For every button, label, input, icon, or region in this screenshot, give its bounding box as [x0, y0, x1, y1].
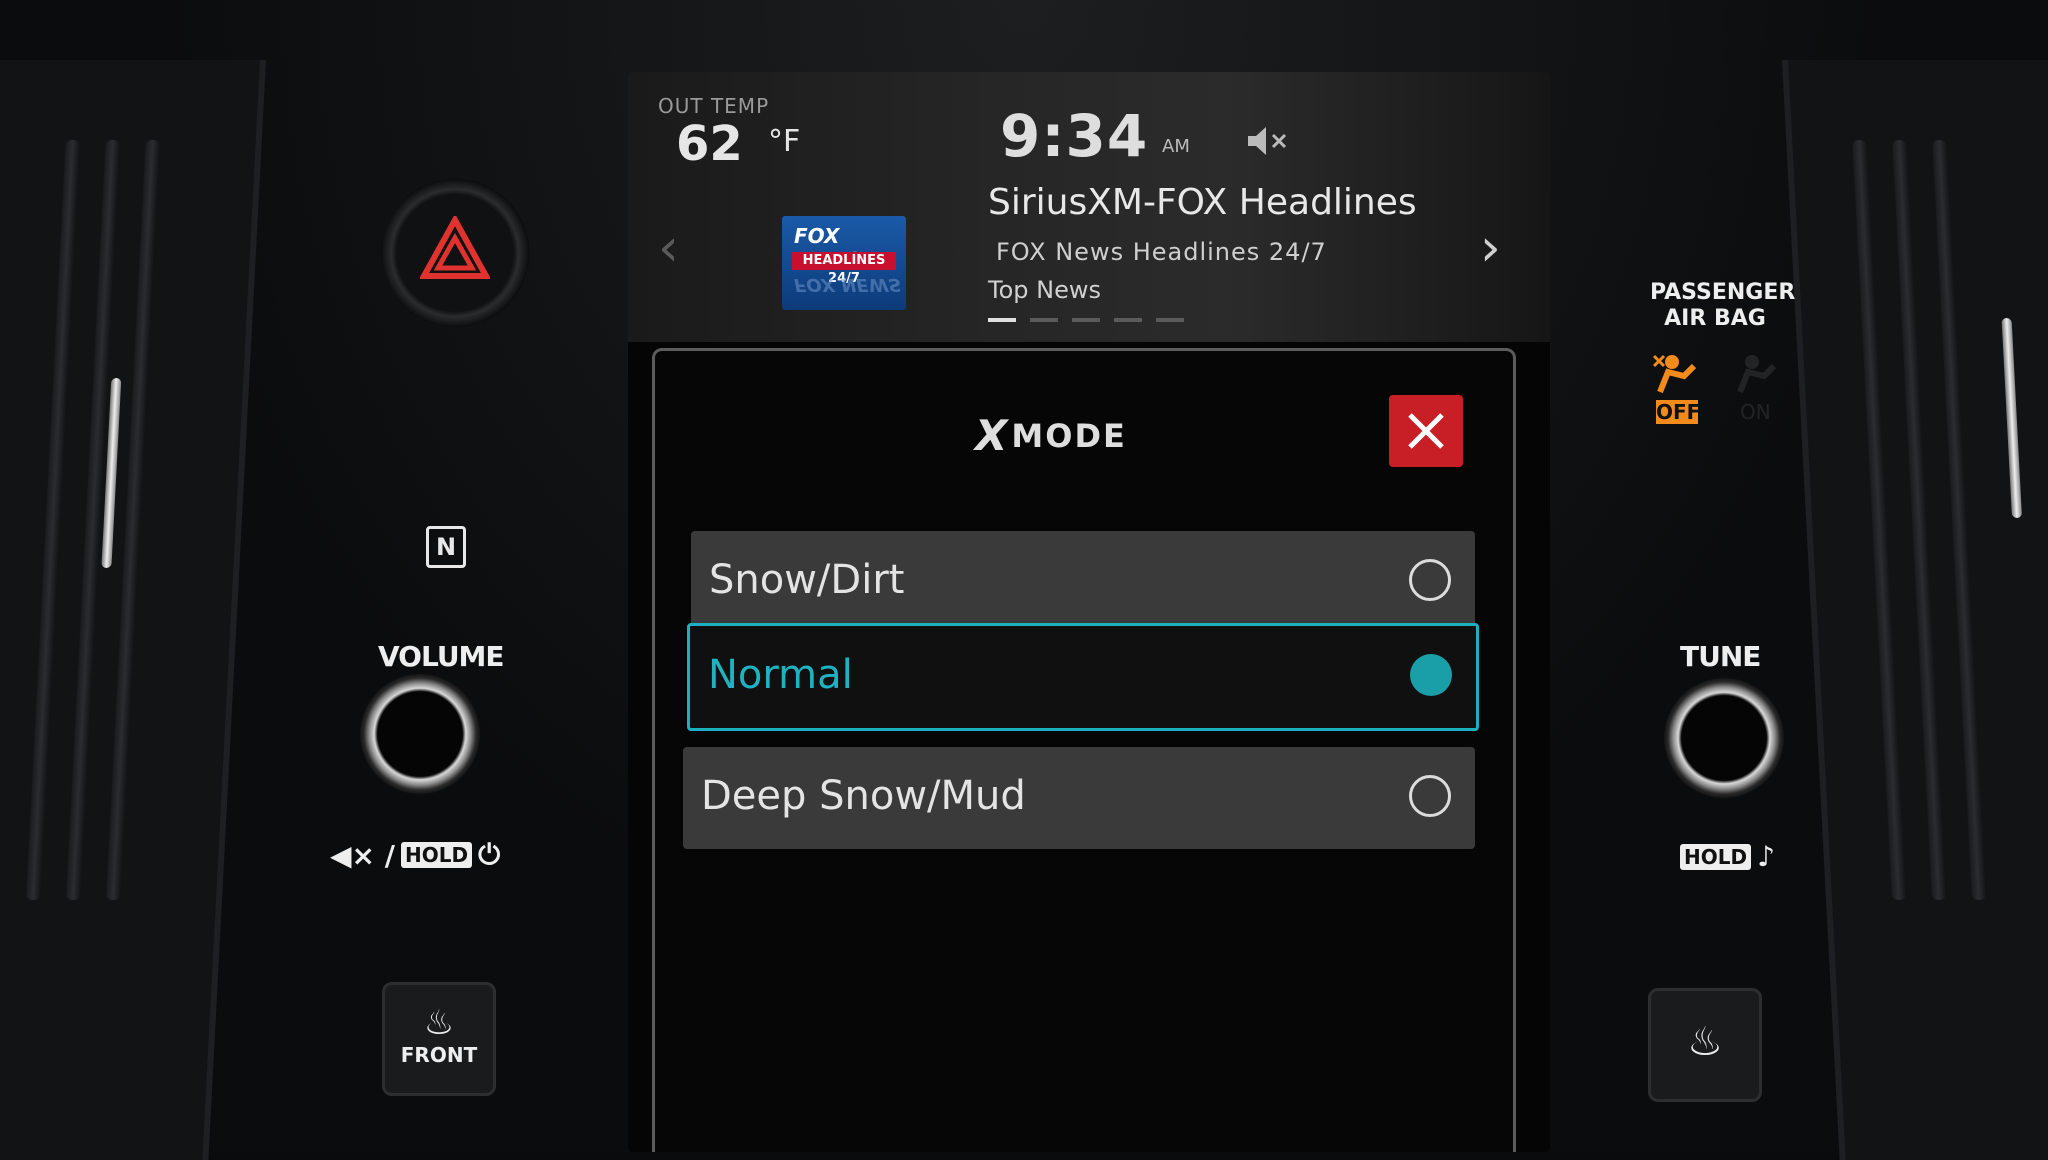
page-indicator — [988, 318, 1184, 322]
right-vent-handle[interactable] — [2001, 318, 2023, 518]
volume-label: VOLUME — [378, 640, 505, 673]
page-dot — [988, 318, 1016, 322]
xmode-dialog: X MODE Snow/Dirt Normal Deep Snow/Mud — [652, 348, 1516, 1152]
infotainment-screen: OUT TEMP 62 °F 9:34 AM ‹ FOX NEWS HEADLI… — [628, 72, 1550, 1152]
option-label: Snow/Dirt — [709, 557, 905, 603]
channel-name: SiriusXM-FOX Headlines — [988, 182, 1417, 223]
channel-category: Top News — [988, 276, 1101, 304]
hold-badge: HOLD — [1680, 843, 1752, 870]
tune-label: TUNE — [1680, 640, 1761, 673]
music-note-icon: ♪ — [1757, 840, 1775, 873]
dialog-title: X MODE — [975, 411, 1127, 460]
dialog-title-text: MODE — [1011, 416, 1127, 455]
page-dot — [1156, 318, 1184, 322]
page-dot — [1030, 318, 1058, 322]
mute-legend: ◀× / — [330, 838, 395, 872]
hold-badge: HOLD — [400, 842, 473, 868]
passenger-airbag-label: PASSENGER AIR BAG — [1650, 280, 1796, 331]
tune-hold-legend: HOLD ♪ — [1680, 840, 1775, 873]
airbag-on-icon — [1737, 355, 1777, 394]
out-temp-value: 62 — [676, 116, 743, 172]
option-snow-dirt[interactable]: Snow/Dirt — [691, 531, 1475, 633]
option-label: Deep Snow/Mud — [701, 773, 1026, 819]
xmode-logo-icon: X — [975, 411, 1007, 460]
volume-knob[interactable] — [360, 674, 480, 794]
airbag-off-icon — [1652, 354, 1697, 394]
airbag-off-indicator: OFF — [1650, 352, 1710, 424]
defrost-icon: ♨ — [423, 1003, 455, 1043]
page-dot — [1114, 318, 1142, 322]
hazard-button[interactable] — [380, 178, 530, 328]
rear-defrost-button[interactable]: ♨ — [1648, 988, 1762, 1102]
front-defrost-label: FRONT — [400, 1043, 478, 1067]
clock: 9:34 — [1000, 102, 1149, 170]
tune-knob[interactable] — [1664, 678, 1784, 798]
close-button[interactable] — [1389, 395, 1463, 467]
out-temp-label: OUT TEMP — [658, 94, 770, 118]
page-dot — [1072, 318, 1100, 322]
clock-ampm: AM — [1162, 136, 1190, 157]
airbag-on-indicator: ON — [1730, 352, 1786, 424]
next-channel-arrow[interactable]: › — [1480, 218, 1501, 278]
option-deep-snow-mud[interactable]: Deep Snow/Mud — [683, 747, 1475, 849]
volume-hold-legend: ◀× / HOLD ⏻ — [330, 838, 500, 872]
radio-button[interactable] — [1409, 559, 1451, 601]
power-icon: ⏻ — [478, 838, 501, 871]
airbag-on-text: ON — [1740, 400, 1771, 424]
close-icon — [1408, 413, 1444, 449]
channel-description: FOX News Headlines 24/7 — [996, 238, 1327, 266]
speaker-muted-icon[interactable] — [1246, 124, 1290, 158]
front-defrost-button[interactable]: ♨ FRONT — [382, 982, 496, 1096]
option-label: Normal — [708, 652, 853, 698]
option-normal[interactable]: Normal — [687, 623, 1479, 731]
channel-logo: FOX NEWS HEADLINES 24/7 FOX NEWS — [782, 216, 906, 310]
prev-channel-arrow[interactable]: ‹ — [658, 218, 679, 278]
airbag-off-text: OFF — [1656, 400, 1701, 424]
nfc-icon: N — [426, 526, 466, 568]
out-temp-unit: °F — [768, 124, 801, 159]
radio-button[interactable] — [1409, 775, 1451, 817]
radio-button-selected[interactable] — [1410, 654, 1452, 696]
hazard-triangle-icon — [420, 216, 490, 279]
seat-heater-icon: ♨ — [1687, 1019, 1723, 1065]
